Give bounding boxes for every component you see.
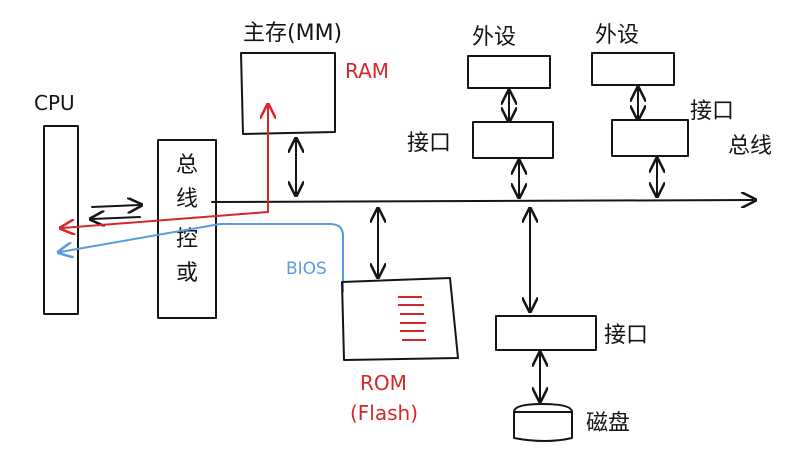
bus-controller-char-4: 或: [176, 261, 198, 286]
interface-2-box: [611, 119, 689, 157]
bios-label: BIOS: [286, 259, 327, 279]
cpu-label: CPU: [34, 91, 75, 115]
main-memory-block: 主存(MM) RAM: [240, 21, 389, 135]
disk-block: 接口 磁盘: [495, 210, 648, 442]
disk-label: 磁盘: [586, 411, 630, 436]
cpu-controller-link: [92, 205, 140, 219]
system-bus-label: 总线: [728, 134, 772, 159]
rom-label: ROM: [360, 371, 407, 395]
flash-label: (Flash): [350, 401, 418, 425]
peripheral-2-box: [591, 52, 675, 86]
main-memory-label: 主存(MM): [243, 21, 342, 46]
cpu-box: [43, 125, 79, 315]
cpu-block: CPU: [34, 91, 79, 315]
rom-box: [341, 277, 459, 361]
main-memory-box: [240, 52, 336, 135]
bus-controller-char-1: 总: [176, 153, 198, 178]
peripheral-2-block: 外设 接口: [591, 23, 734, 195]
bios-path: [60, 223, 344, 292]
system-bus-line: [211, 200, 754, 202]
bus-controller-char-2: 线: [176, 187, 198, 212]
peripheral-1-box: [467, 55, 551, 89]
rom-block: ROM (Flash): [341, 210, 459, 425]
interface-3-box: [495, 315, 597, 351]
peripheral-1-block: 外设 接口: [407, 25, 554, 196]
interface-1-box: [472, 121, 554, 159]
cpu-controller-arrow-bottom: [92, 217, 141, 219]
interface-3-label: 接口: [604, 323, 648, 348]
peripheral-1-label: 外设: [472, 25, 516, 50]
ram-label: RAM: [345, 59, 389, 83]
cpu-controller-arrow-top: [91, 205, 140, 207]
rom-red-lines: [398, 296, 426, 341]
interface-1-label: 接口: [407, 131, 451, 156]
peripheral-2-label: 外设: [595, 23, 639, 48]
interface-2-label: 接口: [690, 99, 734, 124]
computer-architecture-diagram: CPU 总 线 控 或 主存(MM) RAM 总线 BIOS ROM (Flas…: [34, 21, 772, 442]
disk-box: [513, 403, 573, 442]
